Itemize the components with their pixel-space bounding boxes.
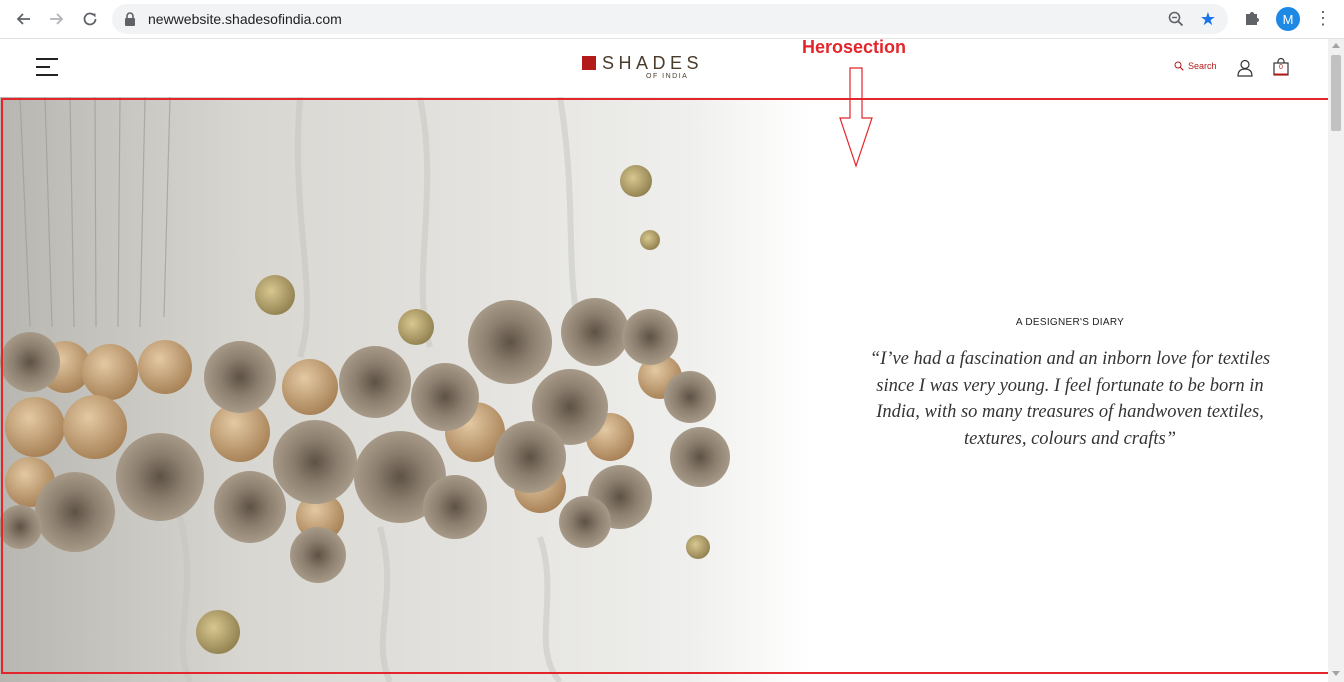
reload-button[interactable] — [77, 6, 103, 32]
logo-word: SHADES — [602, 53, 704, 73]
hero-quote: “I’ve had a fascination and an inborn lo… — [869, 349, 1271, 449]
back-arrow-icon — [16, 13, 30, 25]
hero-image — [0, 97, 810, 682]
site-header: SHADES OF INDIA Search 0 — [0, 39, 1328, 97]
back-button[interactable] — [10, 6, 36, 32]
search-label: Search — [1188, 61, 1217, 71]
zoom-icon[interactable] — [1168, 11, 1184, 27]
annotation-arrow-icon — [839, 67, 873, 168]
shopping-bag-icon[interactable]: 0 — [1273, 57, 1289, 81]
scroll-up-icon[interactable] — [1332, 43, 1340, 48]
search-button[interactable]: Search — [1174, 61, 1217, 71]
browser-menu-icon[interactable]: ⋮ — [1314, 8, 1332, 30]
browser-toolbar: newwebsite.shadesofindia.com ★ M ⋮ — [0, 0, 1344, 39]
forward-arrow-icon — [50, 13, 64, 25]
page-scrollbar[interactable] — [1328, 39, 1344, 682]
scrollbar-thumb[interactable] — [1331, 55, 1341, 131]
search-icon — [1174, 61, 1184, 71]
hero-section: A DESIGNER'S DIARY “I’ve had a fascinati… — [0, 97, 1328, 682]
puzzle-icon[interactable] — [1243, 9, 1261, 27]
hamburger-icon[interactable] — [36, 57, 58, 77]
address-bar[interactable]: newwebsite.shadesofindia.com ★ — [112, 4, 1228, 34]
annotation-label: Herosection — [802, 37, 907, 57]
user-icon[interactable] — [1237, 59, 1253, 77]
lock-icon — [125, 12, 135, 26]
hero-text-block: A DESIGNER'S DIARY “I’ve had a fascinati… — [860, 317, 1280, 452]
bag-count: 0 — [1279, 64, 1283, 71]
scroll-down-icon[interactable] — [1332, 671, 1340, 676]
profile-avatar[interactable]: M — [1276, 7, 1300, 31]
hero-eyebrow: A DESIGNER'S DIARY — [1015, 317, 1125, 328]
url-text[interactable]: newwebsite.shadesofindia.com — [148, 11, 342, 27]
forward-button[interactable] — [44, 6, 70, 32]
star-icon[interactable]: ★ — [1200, 9, 1216, 30]
reload-icon — [83, 12, 97, 26]
logo-mark — [582, 56, 596, 70]
logo-subtitle: OF INDIA — [646, 73, 689, 80]
